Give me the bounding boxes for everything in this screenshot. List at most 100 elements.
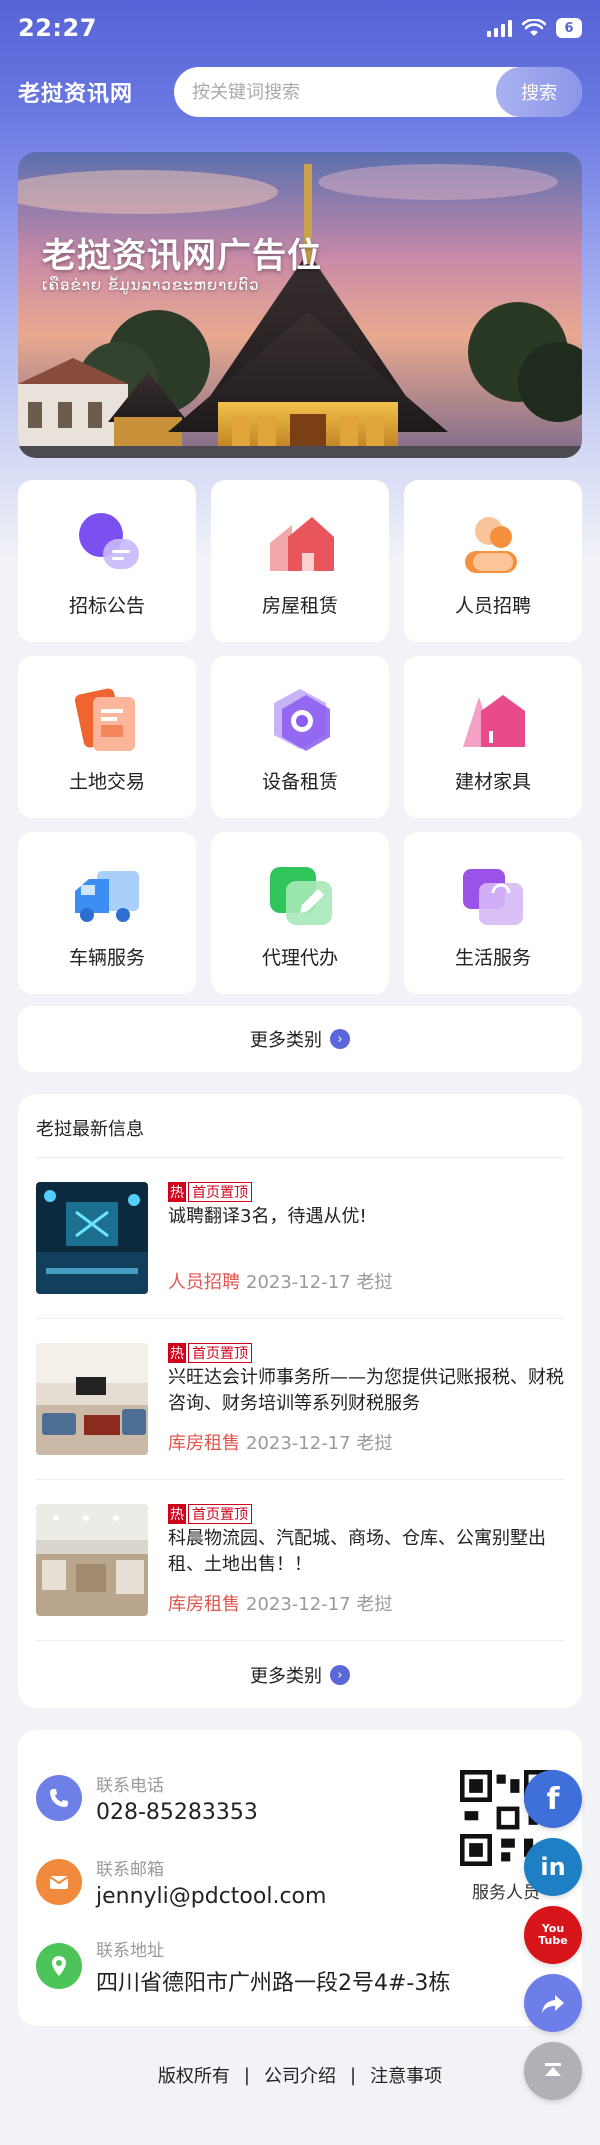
footer-link-copyright[interactable]: 版权所有 <box>158 2062 230 2088</box>
shopping-bag-icon <box>463 868 523 925</box>
news-date: 2023-12-17 <box>246 1594 351 1615</box>
category-life-services[interactable]: 生活服务 <box>404 832 582 994</box>
status-bar: 22:27 6 <box>0 0 600 56</box>
temple-banner-image <box>18 152 582 458</box>
status-icons: 6 <box>487 18 582 38</box>
category-label: 生活服务 <box>454 946 531 969</box>
chevron-right-icon: › <box>330 1029 350 1049</box>
address-label: 联系地址 <box>96 1940 164 1961</box>
category-recruitment[interactable]: 人员招聘 <box>404 480 582 642</box>
news-headline: 诚聘翻译3名，待遇从优! <box>168 1206 367 1227</box>
pencil-note-icon <box>270 866 332 925</box>
house-icon <box>270 516 334 571</box>
footer-link-notice[interactable]: 注意事项 <box>370 2062 442 2088</box>
category-label: 代理代办 <box>261 946 338 969</box>
pinned-badge: 首页置顶 <box>188 1182 252 1202</box>
search-bar: 搜索 <box>174 67 582 117</box>
news-location: 老挝 <box>356 1594 393 1615</box>
category-bidding[interactable]: 招标公告 <box>18 480 196 642</box>
share-icon <box>542 1995 564 2013</box>
truck-icon <box>75 870 139 922</box>
category-label: 土地交易 <box>68 770 145 793</box>
category-grid: 招标公告 房屋租赁 人员招聘 土地交易 设备租赁 建材家具 车辆服务 代理代办 … <box>18 480 582 994</box>
more-categories-label: 更多类别 <box>250 1030 322 1051</box>
building-icon <box>463 694 525 747</box>
wifi-icon <box>522 19 546 36</box>
category-vehicles[interactable]: 车辆服务 <box>18 832 196 994</box>
footer-links: 版权所有 | 公司介绍 | 注意事项 <box>0 2060 600 2090</box>
pinned-badge: 首页置顶 <box>188 1343 252 1363</box>
phone-value: 028-85283353 <box>96 1800 258 1825</box>
search-button[interactable]: 搜索 <box>496 67 582 117</box>
share-button[interactable] <box>524 1974 582 2032</box>
category-agency[interactable]: 代理代办 <box>211 832 389 994</box>
news-meta: 人员招聘 2023-12-17 老挝 <box>168 1268 564 1294</box>
news-meta: 库房租售 2023-12-17 老挝 <box>168 1590 564 1616</box>
news-headline: 科晨物流园、汽配城、商场、仓库、公寓别墅出租、土地出售！！ <box>168 1528 546 1575</box>
phone-icon <box>36 1775 82 1821</box>
person-icon <box>465 516 517 573</box>
arrow-up-icon <box>545 2063 561 2076</box>
news-item[interactable]: 热 首页置顶 科晨物流园、汽配城、商场、仓库、公寓别墅出租、土地出售！！ 库房租… <box>36 1480 564 1641</box>
address-value: 四川省德阳市广州路一段2号4#-3栋 <box>96 1970 451 1996</box>
hot-badge: 热 <box>168 1343 186 1363</box>
phone-label: 联系电话 <box>96 1776 164 1796</box>
hexagon-gear-icon <box>274 688 330 751</box>
news-location: 老挝 <box>356 1272 393 1293</box>
news-item[interactable]: 热 首页置顶 诚聘翻译3名，待遇从优! 人员招聘 2023-12-17 老挝 <box>36 1158 564 1319</box>
category-label: 建材家具 <box>454 770 531 793</box>
news-item[interactable]: 热 首页置顶 兴旺达会计师事务所——为您提供记账报税、财税咨询、财务培训等系列财… <box>36 1319 564 1480</box>
category-label: 车辆服务 <box>68 946 145 969</box>
news-section-title: 老挝最新信息 <box>36 1094 564 1158</box>
news-date: 2023-12-17 <box>246 1272 351 1293</box>
footer-link-about[interactable]: 公司介绍 <box>264 2062 336 2088</box>
news-category: 人员招聘 <box>168 1272 240 1293</box>
site-logo[interactable]: 老挝资讯网 <box>18 76 133 108</box>
latest-news-panel: 老挝最新信息 热 首页置顶 诚聘翻译3名，待遇从优! 人员招聘 2023-12-1… <box>18 1094 582 1708</box>
facebook-button[interactable]: f <box>524 1770 582 1828</box>
back-to-top-button[interactable] <box>524 2042 582 2100</box>
chat-bubble-icon <box>79 512 139 569</box>
category-equipment[interactable]: 设备租赁 <box>211 656 389 818</box>
category-label: 设备租赁 <box>261 770 338 793</box>
footer-separator: | <box>350 2064 357 2086</box>
news-category: 库房租售 <box>168 1594 240 1615</box>
hot-badge: 热 <box>168 1504 186 1524</box>
document-icon <box>74 688 135 751</box>
category-label: 房屋租赁 <box>261 594 338 617</box>
header: 老挝资讯网 搜索 <box>18 64 582 120</box>
banner-subtitle: ເຄືອຂ່າຍ ຂໍ້ມູນລາວຂະຫຍາຍຕົວ <box>42 276 260 294</box>
news-more-button[interactable]: 更多类别 › <box>36 1641 564 1709</box>
category-land[interactable]: 土地交易 <box>18 656 196 818</box>
banner-title: 老挝资讯网广告位 <box>42 236 322 276</box>
more-categories-button[interactable]: 更多类别 › <box>18 1006 582 1072</box>
email-value: jennyli@pdctool.com <box>96 1884 327 1909</box>
battery-icon: 6 <box>556 18 582 38</box>
linkedin-icon: in <box>540 1853 566 1881</box>
news-thumbnail <box>36 1343 148 1455</box>
facebook-icon: f <box>546 1781 560 1817</box>
footer-separator: | <box>243 2064 250 2086</box>
news-thumbnail <box>36 1182 148 1294</box>
category-housing[interactable]: 房屋租赁 <box>211 480 389 642</box>
contact-panel: 联系电话 028-85283353 联系邮箱 jennyli@pdctool.c… <box>18 1730 582 2026</box>
linkedin-button[interactable]: in <box>524 1838 582 1896</box>
youtube-icon: You Tube <box>538 1922 568 1947</box>
news-thumbnail <box>36 1504 148 1616</box>
chevron-right-icon: › <box>330 1665 350 1685</box>
hot-badge: 热 <box>168 1182 186 1202</box>
category-label: 招标公告 <box>68 594 145 617</box>
ad-banner[interactable]: 老挝资讯网广告位 ເຄືອຂ່າຍ ຂໍ້ມູນລາວຂະຫຍາຍຕົວ <box>18 152 582 458</box>
contact-address[interactable]: 联系地址 四川省德阳市广州路一段2号4#-3栋 <box>36 1924 564 2008</box>
signal-icon <box>487 19 512 37</box>
news-meta: 库房租售 2023-12-17 老挝 <box>168 1429 564 1455</box>
news-location: 老挝 <box>356 1433 393 1454</box>
search-input[interactable] <box>174 81 474 103</box>
news-more-label: 更多类别 <box>250 1666 322 1687</box>
youtube-button[interactable]: You Tube <box>524 1906 582 1964</box>
category-building-materials[interactable]: 建材家具 <box>404 656 582 818</box>
news-date: 2023-12-17 <box>246 1433 351 1454</box>
news-category: 库房租售 <box>168 1433 240 1454</box>
mail-icon <box>36 1859 82 1905</box>
location-pin-icon <box>36 1943 82 1989</box>
